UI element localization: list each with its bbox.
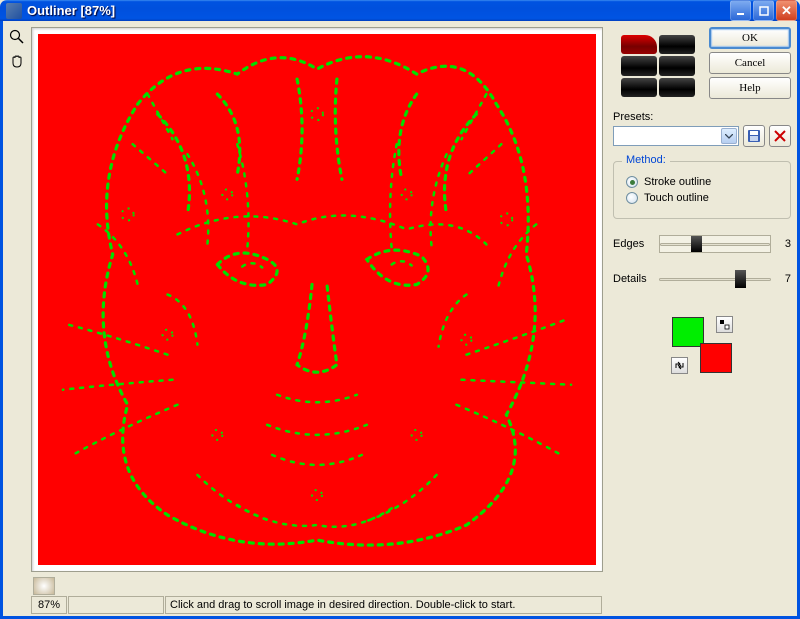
color-swatches [672,317,732,373]
cancel-button[interactable]: Cancel [709,52,791,74]
status-progress [68,596,164,614]
presets-label: Presets: [613,111,791,123]
delete-preset-icon[interactable] [769,125,791,147]
details-label: Details [613,273,653,285]
status-hint: Click and drag to scroll image in desire… [165,596,602,614]
maximize-button[interactable] [753,0,774,21]
radio-icon [626,176,638,188]
edges-value: 3 [777,238,791,250]
radio-icon [626,192,638,204]
method-group: Method: Stroke outline Touch outline [613,161,791,219]
details-value: 7 [777,273,791,285]
radio-label: Touch outline [644,192,709,204]
background-color-swatch[interactable] [700,343,732,373]
close-button[interactable]: ✕ [776,0,797,21]
minimize-button[interactable] [730,0,751,21]
preview-canvas[interactable] [38,34,596,565]
chevron-down-icon[interactable] [721,128,737,144]
edges-slider[interactable] [659,235,771,253]
titlebar[interactable]: Outliner [87%] ✕ [0,0,800,21]
zoom-status: 87% [31,596,67,614]
presets-combo[interactable] [613,126,739,146]
app-icon [6,3,22,19]
help-button[interactable]: Help [709,77,791,99]
details-slider[interactable] [659,269,771,289]
zoom-tool-icon[interactable] [7,27,27,47]
window-title: Outliner [87%] [27,3,728,18]
radio-touch-outline[interactable]: Touch outline [626,192,780,204]
radio-stroke-outline[interactable]: Stroke outline [626,176,780,188]
edges-label: Edges [613,238,653,250]
hand-tool-icon[interactable] [7,51,27,71]
preview-frame [31,27,603,572]
default-colors-icon[interactable] [716,316,733,333]
method-group-title: Method: [622,154,670,166]
ok-button[interactable]: OK [709,27,791,49]
vendor-logo [613,27,703,105]
swap-colors-icon[interactable] [671,357,688,374]
tool-strip [3,21,31,616]
save-preset-icon[interactable] [743,125,765,147]
radio-label: Stroke outline [644,176,711,188]
thumbnail-icon[interactable] [33,577,55,595]
